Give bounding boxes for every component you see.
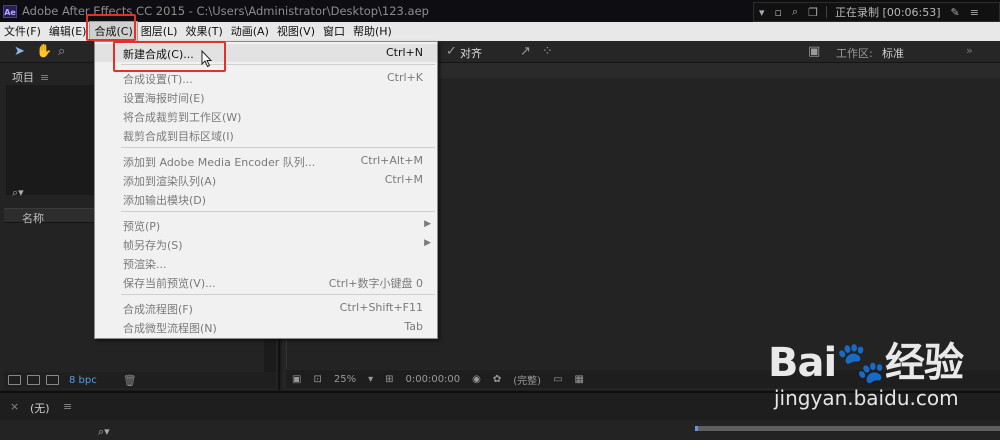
menu-item-save-current-preview[interactable]: 保存当前预览(V)... Ctrl+数字小键盘 0 xyxy=(95,273,437,291)
recording-status: 正在录制 [00:06:53] xyxy=(835,6,941,19)
composition-menu: 新建合成(C)... Ctrl+N 合成设置(T)... Ctrl+K 设置海报… xyxy=(94,41,438,339)
align-checkbox-icon[interactable]: ✓ xyxy=(446,44,457,59)
close-icon[interactable]: × xyxy=(10,400,19,413)
menu-item-crop-to-region[interactable]: 裁剪合成到目标区域(I) xyxy=(95,126,437,144)
new-folder-icon[interactable] xyxy=(27,375,40,385)
axis-icon[interactable]: ↗ xyxy=(520,44,531,59)
menu-item-label: 裁剪合成到目标区域(I) xyxy=(123,130,234,143)
menu-separator xyxy=(121,294,435,295)
menu-item-label: 合成流程图(F) xyxy=(123,303,193,316)
annotation-highlight-menu xyxy=(86,14,136,41)
menu-item-label: 添加到渲染队列(A) xyxy=(123,175,217,188)
divider xyxy=(826,6,828,18)
interpret-footage-icon[interactable] xyxy=(8,375,21,385)
menu-item-trim-to-work-area[interactable]: 将合成裁剪到工作区(W) xyxy=(95,107,437,125)
menu-item-label: 预览(P) xyxy=(123,220,161,233)
region-icon[interactable]: ▭ xyxy=(553,374,562,385)
project-title-text: 项目 xyxy=(12,71,34,84)
submenu-arrow-icon: ▶ xyxy=(424,238,431,248)
recorder-dropdown-icon[interactable]: ▾ xyxy=(759,6,765,19)
menu-item-label: 保存当前预览(V)... xyxy=(123,277,216,290)
menu-item-label: 添加输出模块(D) xyxy=(123,194,207,207)
snap-icon[interactable]: ⁘ xyxy=(542,44,553,59)
menu-item-mini-flowchart[interactable]: 合成微型流程图(N) Tab xyxy=(95,318,437,336)
bit-depth-button[interactable]: 8 bpc xyxy=(69,375,97,386)
menu-item-save-frame-as[interactable]: 帧另存为(S) ▶ xyxy=(95,235,437,253)
menu-view[interactable]: 视图(V) xyxy=(273,22,319,41)
menu-item-shortcut: Ctrl+Alt+M xyxy=(360,154,423,167)
menu-file[interactable]: 文件(F) xyxy=(0,22,45,41)
menu-item-label: 合成微型流程图(N) xyxy=(123,322,217,335)
menu-item-shortcut: Tab xyxy=(404,320,423,333)
menu-item-shortcut: Ctrl+N xyxy=(385,46,423,59)
menu-separator xyxy=(121,147,435,148)
resolution-select[interactable]: (完整) xyxy=(513,372,541,387)
menu-item-add-output-module[interactable]: 添加输出模块(D) xyxy=(95,190,437,208)
fit-icon[interactable]: ⊞ xyxy=(385,374,393,385)
snapshot-icon[interactable]: ◉ xyxy=(472,374,481,385)
timeline-comp-tab[interactable]: (无) xyxy=(30,400,50,416)
timeline-menu-icon[interactable]: ≡ xyxy=(63,400,72,413)
pen-icon[interactable]: ✎ xyxy=(951,6,960,19)
menu-item-set-poster-time[interactable]: 设置海报时间(E) xyxy=(95,88,437,106)
align-label[interactable]: 对齐 xyxy=(460,45,482,61)
watermark-logo: Bai🐾经验 xyxy=(768,340,964,386)
color-icon[interactable]: ✿ xyxy=(493,374,501,385)
workspace-label: 工作区: xyxy=(836,47,873,60)
menu-bar: 文件(F) 编辑(E) 合成(C) 图层(L) 效果(T) 动画(A) 视图(V… xyxy=(0,21,1000,42)
menu-icon[interactable]: ≡ xyxy=(970,6,979,19)
watermark-url: jingyan.baidu.com xyxy=(774,386,959,410)
menu-effect[interactable]: 效果(T) xyxy=(181,22,226,41)
project-search-icon[interactable]: ⌕▾ xyxy=(12,186,24,200)
mouse-cursor-icon xyxy=(201,50,213,68)
workspace-overflow[interactable]: » xyxy=(966,44,973,57)
project-panel-title[interactable]: 项目 ≡ xyxy=(12,69,49,85)
window-title: Adobe After Effects CC 2015 - C:\Users\A… xyxy=(22,4,429,18)
search-icon[interactable]: ⌕ xyxy=(792,5,798,19)
menu-separator xyxy=(121,211,435,212)
project-footer: 8 bpc 🗑 xyxy=(4,372,276,388)
menu-item-label: 将合成裁剪到工作区(W) xyxy=(123,111,242,124)
menu-item-label: 预渲染... xyxy=(123,258,167,271)
menu-item-shortcut: Ctrl+K xyxy=(386,71,423,84)
zoom-dropdown-icon[interactable]: ▾ xyxy=(368,374,373,385)
workspace-select[interactable]: 标准 xyxy=(882,45,904,61)
window-restore-icon-2[interactable]: ❐ xyxy=(808,6,818,19)
timecode[interactable]: 0:00:00:00 xyxy=(406,374,461,385)
menu-item-preview[interactable]: 预览(P) ▶ xyxy=(95,216,437,234)
app-icon: Ae xyxy=(3,4,17,18)
magnify-icon[interactable]: ⊡ xyxy=(313,374,321,385)
selection-tool-icon[interactable]: ➤ xyxy=(14,44,25,59)
zoom-tool-icon[interactable]: ⌕ xyxy=(58,44,65,59)
grid-icon[interactable]: ▣ xyxy=(292,374,301,385)
menu-item-shortcut: Ctrl+M xyxy=(384,173,423,186)
menu-item-add-to-render-queue[interactable]: 添加到渲染队列(A) Ctrl+M xyxy=(95,171,437,189)
menu-item-shortcut: Ctrl+数字小键盘 0 xyxy=(328,277,423,290)
workspace-icon[interactable]: ▣ xyxy=(808,44,820,59)
transparency-icon[interactable]: ▦ xyxy=(575,374,584,385)
menu-item-shortcut: Ctrl+Shift+F11 xyxy=(339,301,423,314)
timeline-search-icon[interactable]: ⌕▾ xyxy=(98,425,110,439)
menu-edit[interactable]: 编辑(E) xyxy=(45,22,91,41)
panel-menu-icon[interactable]: ≡ xyxy=(40,71,49,84)
recorder-widget: ▾ ▫ ⌕ ❐ 正在录制 [00:06:53] ✎ ≡ xyxy=(753,2,1000,22)
hand-tool-icon[interactable]: ✋ xyxy=(36,44,52,59)
menu-item-label: 添加到 Adobe Media Encoder 队列... xyxy=(123,156,316,169)
window-restore-icon[interactable]: ▫ xyxy=(775,6,782,19)
menu-item-pre-render[interactable]: 预渲染... xyxy=(95,254,437,272)
menu-animation[interactable]: 动画(A) xyxy=(227,22,273,41)
menu-item-add-to-media-encoder[interactable]: 添加到 Adobe Media Encoder 队列... Ctrl+Alt+M xyxy=(95,152,437,170)
menu-item-label: 合成设置(T)... xyxy=(123,73,193,86)
menu-layer[interactable]: 图层(L) xyxy=(137,22,182,41)
menu-item-composition-flowchart[interactable]: 合成流程图(F) Ctrl+Shift+F11 xyxy=(95,299,437,317)
menu-item-label: 设置海报时间(E) xyxy=(123,92,205,105)
menu-item-label: 帧另存为(S) xyxy=(123,239,183,252)
new-composition-icon[interactable] xyxy=(46,375,59,385)
delete-icon[interactable]: 🗑 xyxy=(123,374,137,387)
menu-help[interactable]: 帮助(H) xyxy=(349,22,396,41)
baidu-jingyan-watermark: Bai🐾经验 jingyan.baidu.com xyxy=(768,330,993,430)
menu-window[interactable]: 窗口 xyxy=(319,22,349,41)
submenu-arrow-icon: ▶ xyxy=(424,219,431,229)
zoom-select[interactable]: 25% xyxy=(334,374,356,385)
